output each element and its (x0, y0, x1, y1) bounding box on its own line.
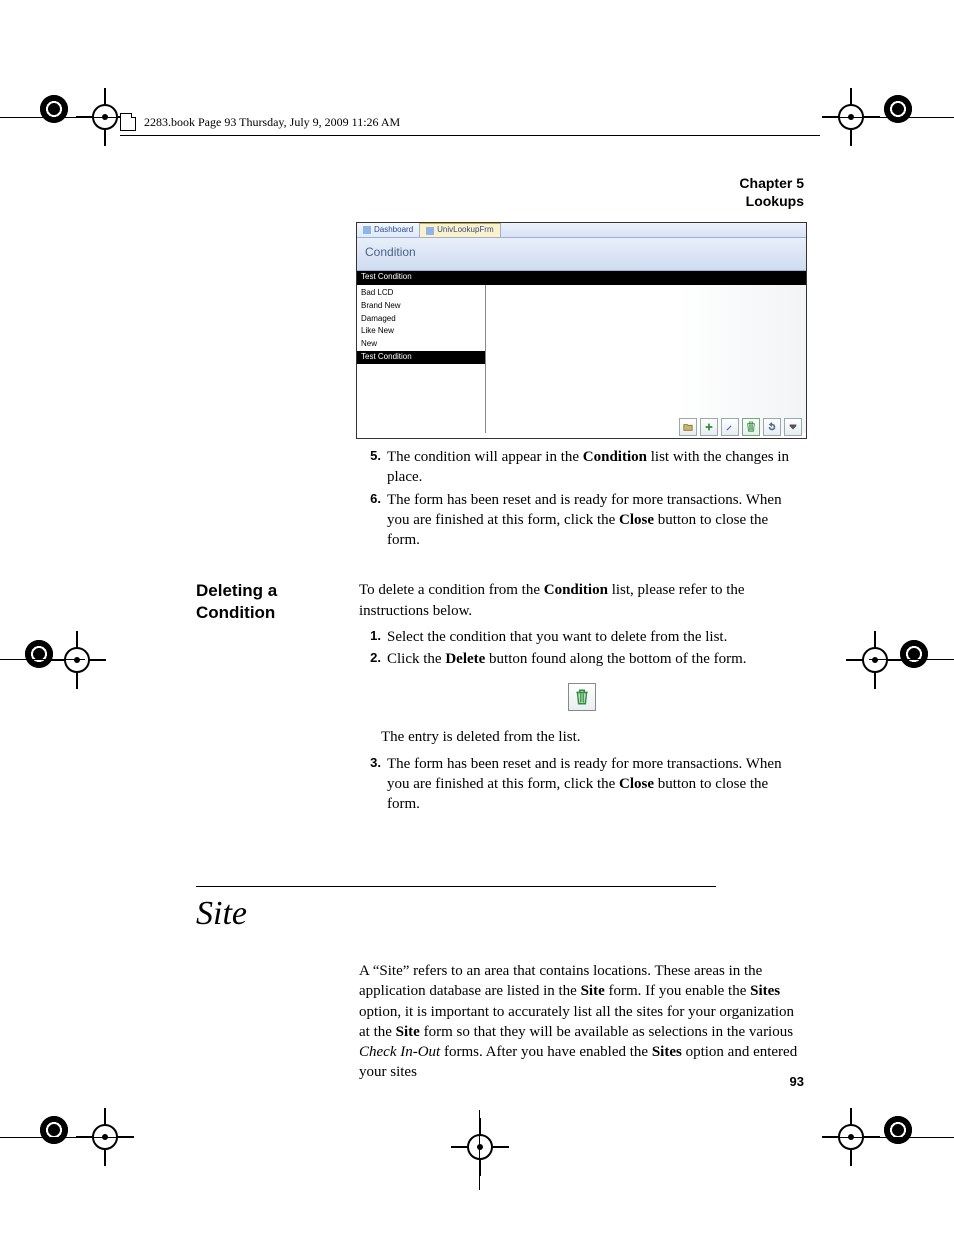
crop-guide (834, 1137, 954, 1138)
tab-univlookupfrm[interactable]: UnivLookupFrm (420, 223, 500, 237)
step-text: The form has been reset and is ready for… (387, 754, 804, 815)
site-section-body: A “Site” refers to an area that contains… (196, 961, 804, 1089)
close-icon (788, 421, 798, 433)
pencil-icon (725, 421, 735, 433)
step-5: 5. The condition will appear in the Cond… (359, 447, 804, 488)
list-item[interactable]: Like New (357, 325, 485, 338)
delete-button[interactable] (742, 418, 760, 436)
side-spacer (196, 445, 359, 552)
list-area: Bad LCD Brand New Damaged Like New New T… (357, 285, 806, 433)
step-text: Click the Delete button found along the … (387, 649, 804, 669)
deleting-condition-section: Deleting a Condition To delete a conditi… (196, 580, 804, 816)
crop-mark-bottom-right (884, 1116, 912, 1144)
tab-label: UnivLookupFrm (437, 225, 493, 236)
registration-target-icon (60, 643, 94, 677)
crop-guide (0, 659, 85, 660)
registration-target-icon (463, 1130, 497, 1164)
donut-icon (40, 95, 68, 123)
list-item[interactable]: Brand New (357, 300, 485, 313)
side-heading-deleting: Deleting a Condition (196, 580, 359, 816)
chapter-number: Chapter 5 (739, 175, 804, 193)
undo-icon (767, 421, 777, 433)
page-number: 93 (790, 1073, 804, 1091)
section-rule (196, 886, 716, 887)
donut-icon (25, 640, 53, 668)
registration-target-icon (858, 643, 892, 677)
screenshot-condition-form: Dashboard UnivLookupFrm Condition Test C… (356, 222, 807, 439)
donut-icon (884, 95, 912, 123)
after-icon-text: The entry is deleted from the list. (381, 727, 804, 747)
chapter-title: Lookups (739, 193, 804, 211)
form-toolbar (679, 418, 802, 436)
crop-mark-left-mid (25, 640, 53, 668)
book-icon (120, 113, 136, 131)
crop-mark-top-left (40, 95, 68, 123)
crop-guide (0, 1137, 120, 1138)
crop-guide (479, 1110, 480, 1190)
step-text: The condition will appear in the Conditi… (387, 447, 804, 488)
home-icon (363, 226, 371, 234)
delete-step-1: 1. Select the condition that you want to… (359, 627, 804, 647)
delete-icon-row (359, 675, 804, 719)
side-spacer (196, 961, 359, 1089)
edit-button[interactable] (721, 418, 739, 436)
selected-value-bar: Test Condition (357, 271, 806, 285)
step-number: 3. (359, 754, 387, 815)
trash-icon (746, 421, 756, 433)
running-header: 2283.book Page 93 Thursday, July 9, 2009… (120, 113, 820, 136)
plus-icon (704, 421, 714, 433)
body-column: A “Site” refers to an area that contains… (359, 961, 804, 1089)
body-column: To delete a condition from the Condition… (359, 580, 804, 816)
crop-guide (0, 117, 120, 118)
close-button[interactable] (784, 418, 802, 436)
page: 2283.book Page 93 Thursday, July 9, 2009… (0, 0, 954, 1235)
donut-icon (900, 640, 928, 668)
trash-icon (574, 688, 590, 706)
browse-button[interactable] (679, 418, 697, 436)
delete-icon-box (568, 683, 596, 711)
list-item[interactable]: New (357, 338, 485, 351)
add-button[interactable] (700, 418, 718, 436)
delete-step-3: 3. The form has been reset and is ready … (359, 754, 804, 815)
content-area: 5. The condition will appear in the Cond… (196, 445, 804, 1099)
tab-dashboard[interactable]: Dashboard (357, 223, 420, 237)
crop-guide (834, 117, 954, 118)
steps-continuation: 5. The condition will appear in the Cond… (196, 445, 804, 552)
detail-pane (486, 285, 806, 433)
chapter-header: Chapter 5 Lookups (739, 175, 804, 210)
step-number: 6. (359, 490, 387, 551)
form-title: Condition (357, 238, 806, 271)
tab-label: Dashboard (374, 225, 413, 236)
step-6: 6. The form has been reset and is ready … (359, 490, 804, 551)
crop-mark-bottom-left (40, 1116, 68, 1144)
list-item-selected[interactable]: Test Condition (357, 351, 485, 364)
step-number: 2. (359, 649, 387, 669)
site-paragraph: A “Site” refers to an area that contains… (359, 961, 804, 1083)
step-number: 5. (359, 447, 387, 488)
section-title-site: Site (196, 891, 804, 937)
donut-icon (40, 1116, 68, 1144)
list-item[interactable]: Bad LCD (357, 287, 485, 300)
crop-guide (869, 659, 954, 660)
undo-button[interactable] (763, 418, 781, 436)
crop-mark-top-right (884, 95, 912, 123)
list-item[interactable]: Damaged (357, 313, 485, 326)
crop-mark-right-mid (900, 640, 928, 668)
tab-strip: Dashboard UnivLookupFrm (357, 223, 806, 238)
delete-step-2: 2. Click the Delete button found along t… (359, 649, 804, 669)
condition-list[interactable]: Bad LCD Brand New Damaged Like New New T… (357, 285, 486, 433)
folder-icon (683, 421, 693, 433)
delete-intro: To delete a condition from the Condition… (359, 580, 804, 621)
form-icon (426, 227, 434, 235)
step-number: 1. (359, 627, 387, 647)
step-text: The form has been reset and is ready for… (387, 490, 804, 551)
donut-icon (884, 1116, 912, 1144)
running-header-text: 2283.book Page 93 Thursday, July 9, 2009… (144, 114, 400, 130)
body-column: 5. The condition will appear in the Cond… (359, 445, 804, 552)
step-text: Select the condition that you want to de… (387, 627, 804, 647)
